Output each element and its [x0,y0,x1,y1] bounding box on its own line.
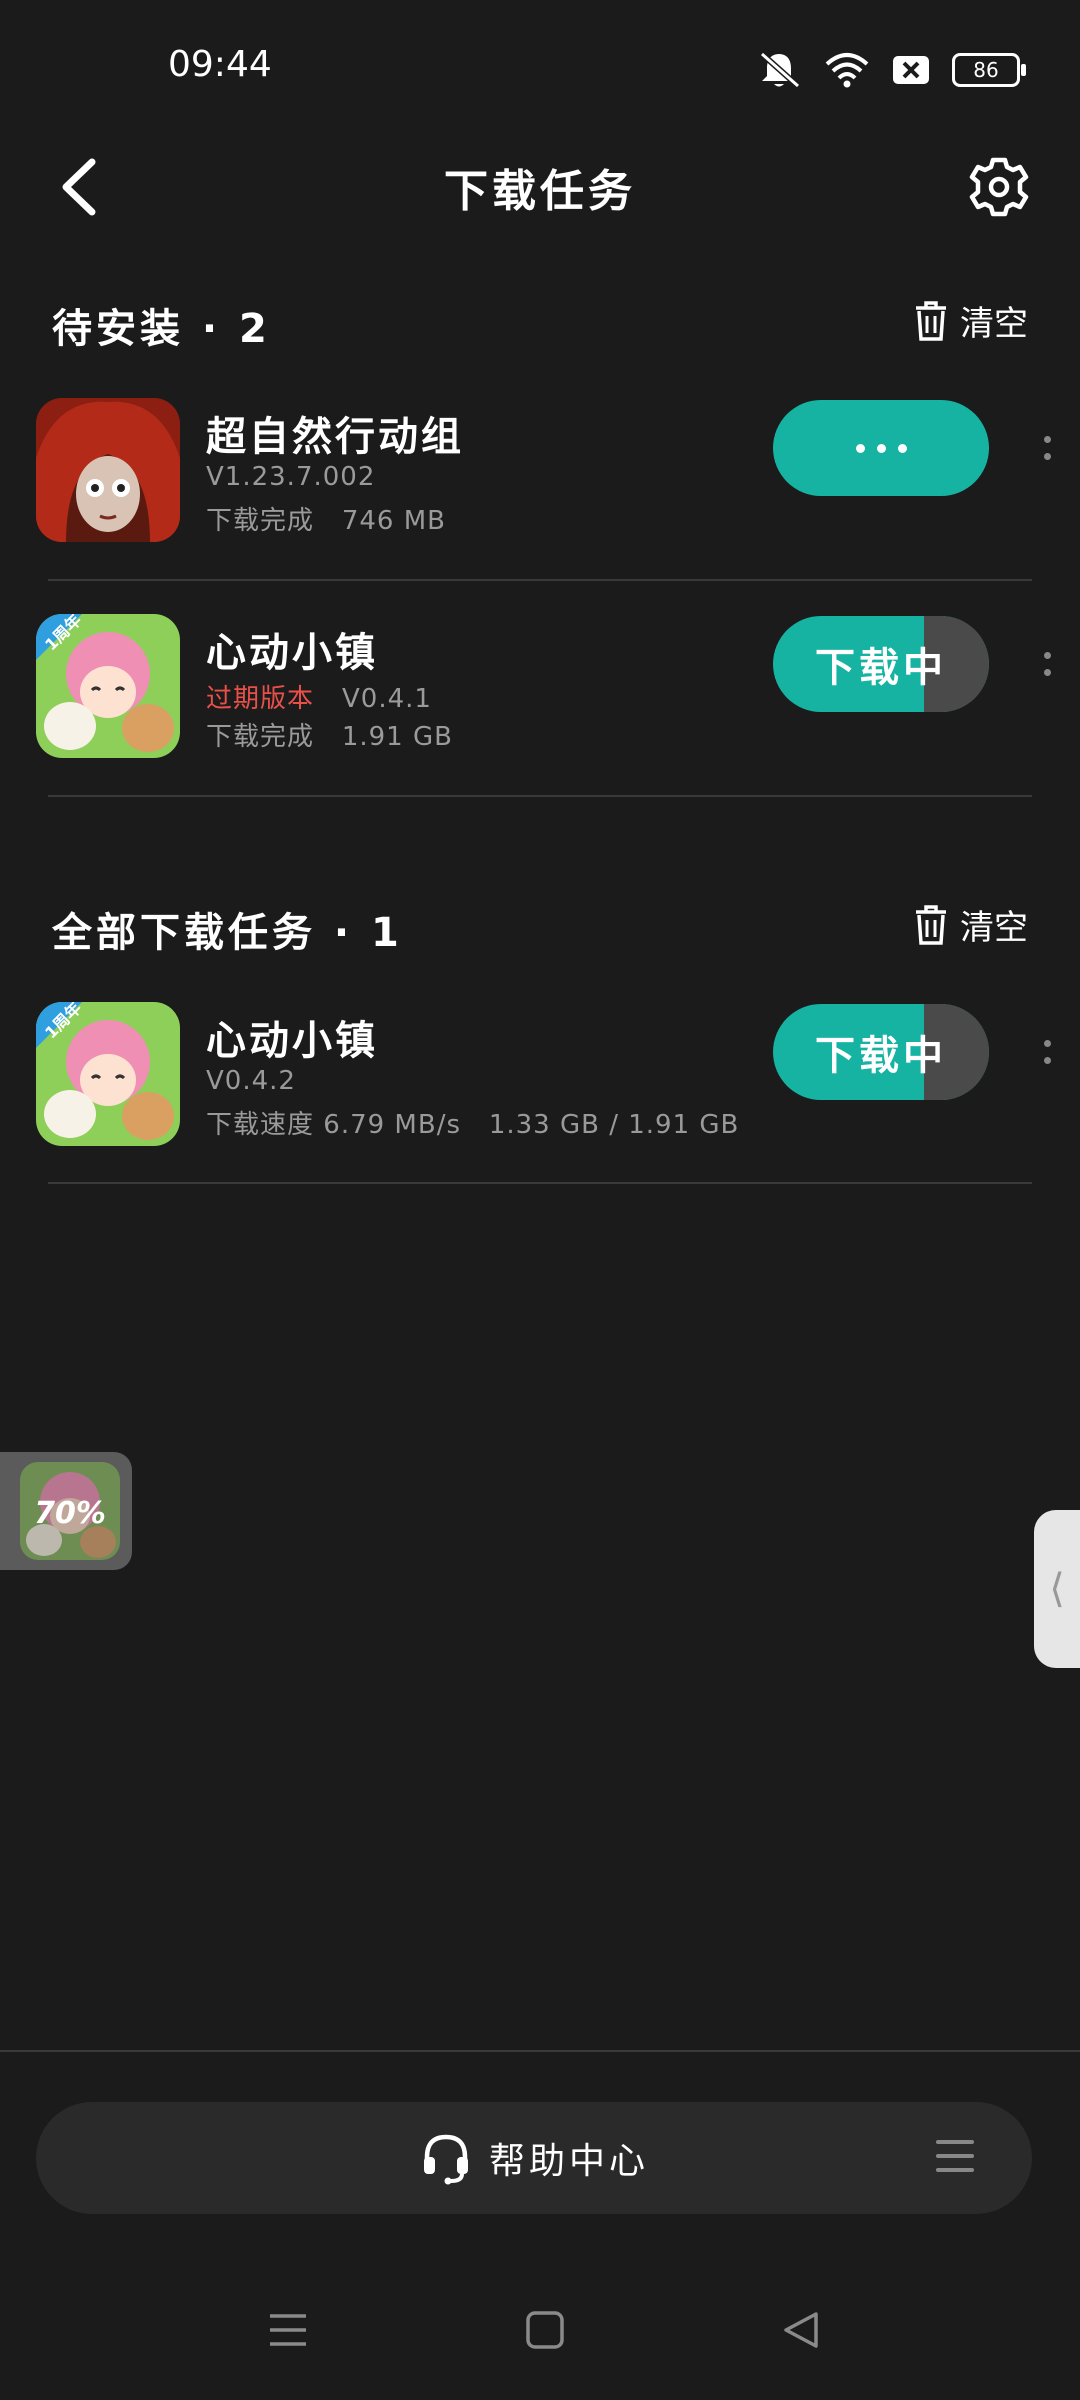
all-downloads-section-title: 全部下载任务 · 1 [52,910,403,956]
clear-pending-button[interactable]: 清空 [914,296,1028,345]
home-button[interactable] [525,2310,565,2350]
trash-icon [916,904,946,945]
side-drawer-handle[interactable]: ⟨ [1034,1510,1080,1668]
ellipsis-icon [855,443,907,453]
floating-progress-percent: 70% [34,1496,106,1531]
battery-level: 86 [973,58,999,82]
download-progress-line: 下载速度 6.79 MB/s 1.33 GB / 1.91 GB [206,1104,739,1141]
expired-badge: 过期版本 [206,684,315,714]
file-size: 1.91 GB [341,722,453,752]
floating-download-widget[interactable]: 70% [0,1452,132,1570]
status-icons: 86 [756,50,1026,90]
downloading-label: 下载中 [815,645,947,691]
clear-all-button[interactable]: 清空 [914,900,1028,949]
recent-apps-button[interactable] [268,2310,308,2350]
battery-icon: 86 [952,53,1026,87]
downloading-label: 下载中 [815,1033,947,1079]
help-center-bar[interactable]: 帮助中心 [36,2102,1032,2214]
app-name: 心动小镇 [206,630,378,676]
divider [48,795,1032,797]
row-menu-button[interactable] [1032,1022,1062,1082]
divider [48,579,1032,581]
row-menu-button[interactable] [1032,418,1062,478]
app-name: 超自然行动组 [206,414,464,460]
help-center-button[interactable]: 帮助中心 [36,2102,1032,2214]
wifi-icon [825,53,869,88]
app-version: V0.4.2 [206,1066,296,1096]
divider [48,1182,1032,1184]
mute-icon [760,51,800,89]
floating-app-thumbnail: 70% [20,1462,120,1560]
headset-icon [423,2134,468,2185]
file-size: 746 MB [341,506,446,536]
downloading-button[interactable]: 下载中 [773,1004,989,1100]
speed-label: 下载速度 [206,1110,315,1140]
clear-label: 清空 [960,304,1028,344]
help-center-label: 帮助中心 [488,2141,649,2182]
more-actions-button[interactable] [773,400,989,496]
app-status-line: 下载完成 1.91 GB [206,716,453,753]
download-status: 下载完成 [206,722,315,752]
bottom-divider [0,2050,1080,2052]
page-title: 下载任务 [444,166,636,217]
app-version-line: 过期版本 V0.4.1 [206,678,432,715]
app-status-line: 下载完成 746 MB [206,500,446,537]
app-icon-supernatural[interactable] [36,398,180,542]
app-icon-heartbeat-town[interactable]: 1周年 [36,1002,180,1146]
sim-off-icon [893,56,929,84]
menu-icon[interactable] [936,2140,974,2182]
pending-section-title: 待安装 · 2 [52,306,271,352]
clear-label: 清空 [960,908,1028,948]
app-version: V1.23.7.002 [206,462,376,492]
app-icon-heartbeat-town[interactable]: 1周年 [36,614,180,758]
download-speed: 6.79 MB/s [323,1110,462,1140]
downloaded-size: 1.33 GB / 1.91 GB [488,1110,740,1140]
row-menu-button[interactable] [1032,634,1062,694]
download-status: 下载完成 [206,506,315,536]
chevron-left-icon: ⟨ [1049,1566,1065,1612]
back-nav-button[interactable] [782,2310,822,2350]
status-time: 09:44 [168,44,272,85]
gear-icon[interactable] [968,156,1030,218]
app-name: 心动小镇 [206,1018,378,1064]
app-version: V0.4.1 [342,684,432,714]
trash-icon [916,300,946,341]
downloading-button[interactable]: 下载中 [773,616,989,712]
